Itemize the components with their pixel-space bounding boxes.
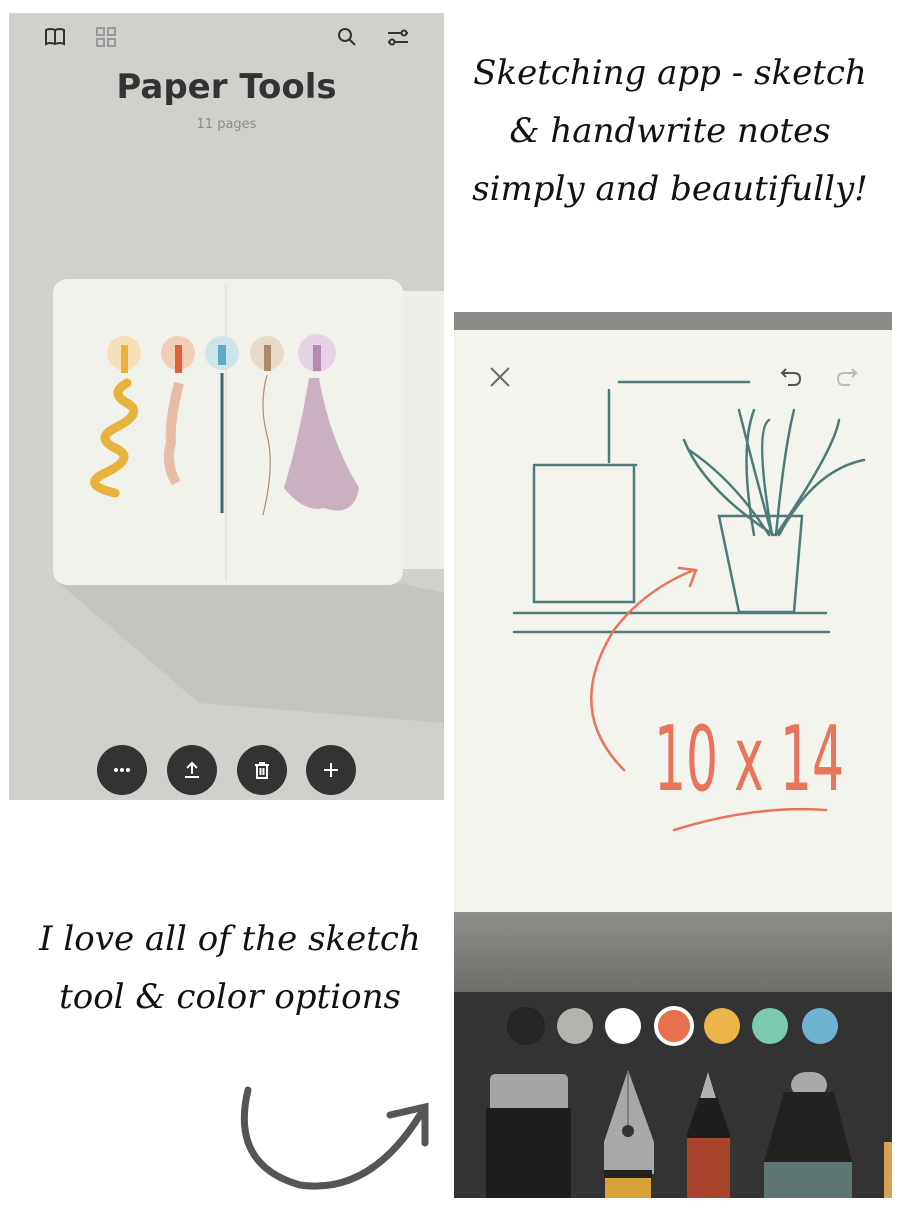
fountain-pen-tool[interactable] — [604, 1070, 654, 1198]
share-icon — [185, 761, 199, 778]
color-swatch-orange-selected[interactable] — [654, 1006, 694, 1046]
share-button[interactable] — [167, 745, 217, 795]
editor-screen: 10 x 14 — [454, 312, 892, 1198]
add-page-button[interactable] — [306, 745, 356, 795]
tray-shadow — [454, 912, 892, 992]
color-swatch-mint[interactable] — [752, 1008, 788, 1044]
grid-icon[interactable] — [94, 25, 118, 49]
notebook-preview[interactable] — [9, 263, 444, 723]
caption-top: Sketching app - sketch & handwrite notes… — [472, 53, 868, 209]
page-count: 11 pages — [196, 117, 257, 132]
marker-tool[interactable] — [764, 1072, 852, 1198]
color-swatch-black[interactable] — [508, 1008, 544, 1044]
color-swatch-blue[interactable] — [802, 1008, 838, 1044]
trash-button[interactable] — [237, 745, 287, 795]
sketch-canvas[interactable]: 10 x 14 — [454, 330, 892, 912]
arrow-icon — [240, 1086, 429, 1190]
color-swatch-white[interactable] — [605, 1008, 641, 1044]
tool-tray — [454, 992, 892, 1198]
library-screen: Paper Tools 11 pages — [9, 13, 444, 800]
more-button[interactable] — [97, 745, 147, 795]
tools — [486, 1070, 892, 1198]
pencil-tool[interactable] — [687, 1072, 730, 1198]
next-tool-partial[interactable] — [884, 1142, 892, 1198]
top-bar — [454, 312, 892, 330]
book-icon[interactable] — [43, 25, 67, 49]
color-swatch-gray[interactable] — [557, 1008, 593, 1044]
plus-icon — [324, 763, 338, 777]
eraser-tool[interactable] — [486, 1074, 571, 1198]
color-swatch-yellow[interactable] — [704, 1008, 740, 1044]
trash-icon — [255, 762, 269, 779]
more-icon — [114, 768, 130, 772]
notebook-title: Paper Tools — [116, 67, 337, 107]
caption-bottom: I love all of the sketch tool & color op… — [39, 919, 421, 1017]
search-icon[interactable] — [335, 25, 359, 49]
sketch-text: 10 x 14 — [654, 707, 844, 812]
sliders-icon[interactable] — [386, 25, 410, 49]
